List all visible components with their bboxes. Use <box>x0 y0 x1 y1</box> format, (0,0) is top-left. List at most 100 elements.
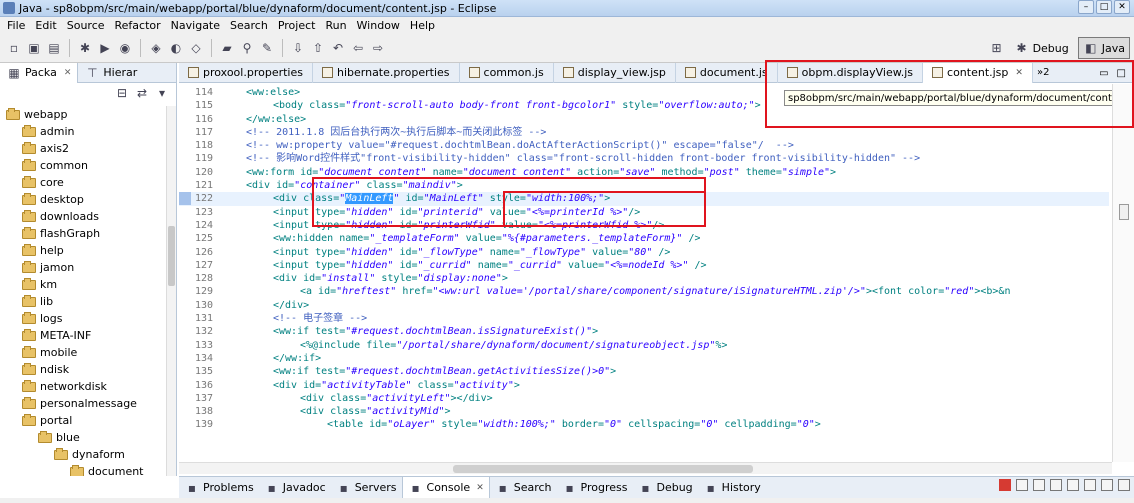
minimize-icon[interactable] <box>1101 479 1113 491</box>
open-type-icon[interactable]: ◇ <box>188 40 204 56</box>
tree-item-ndisk[interactable]: ndisk <box>0 361 166 378</box>
previous-annotation-icon[interactable]: ⇧ <box>310 40 326 56</box>
terminate-icon[interactable] <box>999 479 1011 491</box>
tree-item-personalmessage[interactable]: personalmessage <box>0 395 166 412</box>
menu-source[interactable]: Source <box>62 19 110 32</box>
open-folder-icon[interactable]: ▰ <box>219 40 235 56</box>
code-line[interactable]: 125 <ww:hidden name="_templateForm" value… <box>179 232 1109 245</box>
editor-horizontal-scrollbar[interactable] <box>179 462 1112 474</box>
editor-tab-document-js[interactable]: document.js <box>676 62 778 83</box>
clear-console-icon[interactable] <box>1033 479 1045 491</box>
menu-window[interactable]: Window <box>352 19 405 32</box>
menu-navigate[interactable]: Navigate <box>166 19 225 32</box>
code-line[interactable]: 136 <div id="activityTable" class="activi… <box>179 379 1109 392</box>
close-icon[interactable]: ✕ <box>476 483 484 493</box>
tab-hierarchy[interactable]: ⊤ Hierar <box>78 63 143 83</box>
back-icon[interactable]: ⇦ <box>350 40 366 56</box>
forward-icon[interactable]: ⇨ <box>370 40 386 56</box>
bottom-tab-problems[interactable]: ▪ Problems <box>179 477 259 499</box>
new-icon[interactable]: ▫ <box>6 40 22 56</box>
last-edit-icon[interactable]: ↶ <box>330 40 346 56</box>
code-line[interactable]: 128 <div id="install" style="display:none… <box>179 272 1109 285</box>
external-tools-icon[interactable]: ◉ <box>117 40 133 56</box>
bottom-tab-history[interactable]: ▪ History <box>698 477 766 499</box>
tree-item-portal[interactable]: portal <box>0 412 166 429</box>
tree-item-mobile[interactable]: mobile <box>0 344 166 361</box>
remove-launch-icon[interactable] <box>1016 479 1028 491</box>
code-line[interactable]: 127 <input type="hidden" id="_currid" nam… <box>179 259 1109 272</box>
minimize-button[interactable]: – <box>1078 0 1094 14</box>
tree-item-core[interactable]: core <box>0 174 166 191</box>
code-line[interactable]: 138 <div class="activityMid"> <box>179 405 1109 418</box>
menu-file[interactable]: File <box>2 19 30 32</box>
new-project-icon[interactable]: ◈ <box>148 40 164 56</box>
menu-project[interactable]: Project <box>273 19 321 32</box>
new-class-icon[interactable]: ◐ <box>168 40 184 56</box>
code-line[interactable]: 129 <a id="hreftest" href="<ww:url value=… <box>179 285 1109 298</box>
code-line[interactable]: 131 <!-- 电子签章 --> <box>179 312 1109 325</box>
next-annotation-icon[interactable]: ⇩ <box>290 40 306 56</box>
editor-tab-common-js[interactable]: common.js <box>460 62 554 83</box>
menu-help[interactable]: Help <box>405 19 440 32</box>
tree-item-jamon[interactable]: jamon <box>0 259 166 276</box>
perspective-debug[interactable]: ✱ Debug <box>1009 37 1074 59</box>
bottom-tab-javadoc[interactable]: ▪ Javadoc <box>259 477 331 499</box>
tree-item-blue[interactable]: blue <box>0 429 166 446</box>
editor-tab-hibernate-properties[interactable]: hibernate.properties <box>313 62 460 83</box>
search-icon[interactable]: ⚲ <box>239 40 255 56</box>
tree-item-axis2[interactable]: axis2 <box>0 140 166 157</box>
tree-item-flashgraph[interactable]: flashGraph <box>0 225 166 242</box>
tree-item-km[interactable]: km <box>0 276 166 293</box>
code-editor[interactable]: 114 <ww:else> 115 <body class="front-scroll… <box>179 84 1134 462</box>
tree-item-webapp[interactable]: webapp <box>0 106 166 123</box>
editor-tab-proxool-properties[interactable]: proxool.properties <box>179 62 313 83</box>
code-line[interactable]: 119 <!-- 影响Word控件样式"front-visibility-hidd… <box>179 152 1109 165</box>
print-icon[interactable]: ▤ <box>46 40 62 56</box>
pen-icon[interactable]: ✎ <box>259 40 275 56</box>
editor-tab-display-view-jsp[interactable]: display_view.jsp <box>554 62 676 83</box>
menu-search[interactable]: Search <box>225 19 273 32</box>
tree-item-logs[interactable]: logs <box>0 310 166 327</box>
code-line[interactable]: 130 </div> <box>179 299 1109 312</box>
tree-item-dynaform[interactable]: dynaform <box>0 446 166 463</box>
bottom-tab-debug[interactable]: ▪ Debug <box>632 477 697 499</box>
editor-scroll-thumb[interactable] <box>1119 204 1129 220</box>
tree-item-lib[interactable]: lib <box>0 293 166 310</box>
menu-refactor[interactable]: Refactor <box>110 19 166 32</box>
code-line[interactable]: 126 <input type="hidden" id="_flowType" n… <box>179 246 1109 259</box>
code-line[interactable]: 133 <%@include file="/portal/share/dynafo… <box>179 339 1109 352</box>
tree-item-admin[interactable]: admin <box>0 123 166 140</box>
collapse-all-icon[interactable]: ⊟ <box>114 85 130 101</box>
code-line[interactable]: 139 <table id="oLayer" style="width:100%;… <box>179 418 1109 431</box>
tree-item-meta-inf[interactable]: META-INF <box>0 327 166 344</box>
editor-hscroll-thumb[interactable] <box>453 465 753 473</box>
editor-vertical-scrollbar[interactable] <box>1112 84 1134 462</box>
link-editor-icon[interactable]: ⇄ <box>134 85 150 101</box>
tab-package-explorer[interactable]: ▦ Packa ✕ <box>0 62 79 83</box>
display-console-icon[interactable] <box>1084 479 1096 491</box>
view-menu-icon[interactable]: ▾ <box>154 85 170 101</box>
menu-run[interactable]: Run <box>320 19 351 32</box>
code-line[interactable]: 118 <!-- ww:property value="#request.doch… <box>179 139 1109 152</box>
bottom-tab-console[interactable]: ▪ Console ✕ <box>401 476 490 499</box>
save-icon[interactable]: ▣ <box>26 40 42 56</box>
tree-scroll-thumb[interactable] <box>168 226 175 286</box>
open-perspective-icon[interactable]: ⊞ <box>989 40 1005 56</box>
tree-scrollbar[interactable] <box>166 106 176 476</box>
tree-item-networkdisk[interactable]: networkdisk <box>0 378 166 395</box>
bottom-tab-servers[interactable]: ▪ Servers <box>331 477 402 499</box>
tree-item-document[interactable]: document <box>0 463 166 476</box>
close-icon[interactable]: ✕ <box>64 68 72 78</box>
close-button[interactable]: ✕ <box>1114 0 1130 14</box>
scroll-lock-icon[interactable] <box>1050 479 1062 491</box>
code-line[interactable]: 132 <ww:if test="#request.dochtmlBean.isS… <box>179 325 1109 338</box>
tree-item-help[interactable]: help <box>0 242 166 259</box>
code-line[interactable]: 135 <ww:if test="#request.dochtmlBean.get… <box>179 365 1109 378</box>
tree-item-common[interactable]: common <box>0 157 166 174</box>
run-icon[interactable]: ▶ <box>97 40 113 56</box>
debug-icon[interactable]: ✱ <box>77 40 93 56</box>
tree-item-desktop[interactable]: desktop <box>0 191 166 208</box>
pin-console-icon[interactable] <box>1067 479 1079 491</box>
bottom-tab-search[interactable]: ▪ Search <box>490 477 557 499</box>
perspective-java[interactable]: ◧ Java <box>1077 37 1130 59</box>
